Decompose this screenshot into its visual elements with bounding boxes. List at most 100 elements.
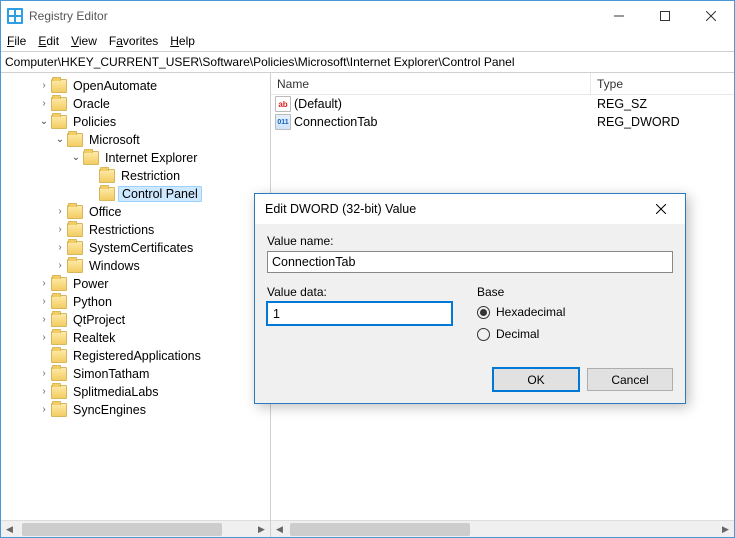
maximize-button[interactable] xyxy=(642,1,688,31)
value-name-label: Value name: xyxy=(267,234,673,248)
tree-item[interactable]: Control Panel xyxy=(1,185,270,203)
address-bar[interactable]: Computer\HKEY_CURRENT_USER\Software\Poli… xyxy=(1,51,734,73)
chevron-right-icon[interactable]: › xyxy=(53,260,67,271)
dialog-close-button[interactable] xyxy=(641,197,681,221)
value-name: ConnectionTab xyxy=(294,115,377,129)
edit-dword-dialog: Edit DWORD (32-bit) Value Value name: Va… xyxy=(254,193,686,404)
tree-item-label: RegisteredApplications xyxy=(71,349,203,363)
minimize-button[interactable] xyxy=(596,1,642,31)
tree-item[interactable]: ›OpenAutomate xyxy=(1,77,270,95)
chevron-right-icon[interactable]: › xyxy=(37,368,51,379)
tree-item-label: Windows xyxy=(87,259,142,273)
dialog-title-text: Edit DWORD (32-bit) Value xyxy=(265,202,641,216)
folder-icon xyxy=(83,151,99,165)
chevron-right-icon[interactable]: › xyxy=(37,98,51,109)
value-type: REG_DWORD xyxy=(591,115,734,129)
value-name-field[interactable] xyxy=(267,251,673,273)
menu-favorites[interactable]: Favorites xyxy=(109,34,158,48)
ok-button[interactable]: OK xyxy=(493,368,579,391)
reg-string-icon: ab xyxy=(275,96,291,112)
chevron-right-icon[interactable]: › xyxy=(37,332,51,343)
menu-file[interactable]: File xyxy=(7,34,26,48)
tree-item[interactable]: › Restrictions xyxy=(1,221,270,239)
tree-item[interactable]: › Office xyxy=(1,203,270,221)
scroll-right-icon[interactable]: ▶ xyxy=(717,521,734,538)
menu-view[interactable]: View xyxy=(71,34,97,48)
tree-item-label: Python xyxy=(71,295,114,309)
address-text: Computer\HKEY_CURRENT_USER\Software\Poli… xyxy=(5,55,515,69)
folder-icon xyxy=(99,169,115,183)
menu-edit[interactable]: Edit xyxy=(38,34,59,48)
radio-dec-label: Decimal xyxy=(496,327,539,341)
tree-item[interactable]: › Power xyxy=(1,275,270,293)
radio-decimal[interactable]: Decimal xyxy=(477,324,673,344)
folder-icon xyxy=(51,277,67,291)
list-row[interactable]: ab(Default)REG_SZ xyxy=(271,95,734,113)
tree-item-label: SplitmediaLabs xyxy=(71,385,160,399)
chevron-right-icon[interactable]: › xyxy=(37,404,51,415)
tree-item[interactable]: › Windows xyxy=(1,257,270,275)
tree-item[interactable]: ›Realtek xyxy=(1,329,270,347)
column-name[interactable]: Name xyxy=(271,73,591,94)
radio-hexadecimal[interactable]: Hexadecimal xyxy=(477,302,673,322)
folder-icon xyxy=(99,187,115,201)
folder-icon xyxy=(51,97,67,111)
tree-item-label: Restrictions xyxy=(87,223,156,237)
folder-icon xyxy=(51,349,67,363)
folder-icon xyxy=(51,115,67,129)
tree-item[interactable]: › SyncEngines xyxy=(1,401,270,419)
tree-item[interactable]: ›SystemCertificates xyxy=(1,239,270,257)
close-button[interactable] xyxy=(688,1,734,31)
tree-item-label: Restriction xyxy=(119,169,182,183)
chevron-right-icon[interactable]: › xyxy=(37,296,51,307)
tree-pane: ›OpenAutomate›Oracle⌄Policies⌄Microsoft⌄… xyxy=(1,73,271,537)
folder-icon xyxy=(67,241,83,255)
list-header: Name Type xyxy=(271,73,734,95)
chevron-right-icon[interactable]: › xyxy=(53,224,67,235)
tree-item-label: SyncEngines xyxy=(71,403,148,417)
list-row[interactable]: 011ConnectionTab REG_DWORD xyxy=(271,113,734,131)
menu-help[interactable]: Help xyxy=(170,34,195,48)
chevron-right-icon[interactable]: › xyxy=(37,80,51,91)
tree-item[interactable]: RegisteredApplications xyxy=(1,347,270,365)
tree-item[interactable]: › SplitmediaLabs xyxy=(1,383,270,401)
chevron-down-icon[interactable]: ⌄ xyxy=(53,134,67,145)
tree-hscrollbar[interactable]: ◀ ▶ xyxy=(1,520,270,537)
titlebar: Registry Editor xyxy=(1,1,734,31)
chevron-right-icon[interactable]: › xyxy=(37,314,51,325)
chevron-right-icon[interactable]: › xyxy=(37,386,51,397)
tree-item[interactable]: ›QtProject xyxy=(1,311,270,329)
scroll-right-icon[interactable]: ▶ xyxy=(253,521,270,538)
tree-item[interactable]: ⌄Internet Explorer xyxy=(1,149,270,167)
radio-icon xyxy=(477,328,490,341)
tree-item-label: Office xyxy=(87,205,123,219)
reg-dword-icon: 011 xyxy=(275,114,291,130)
folder-icon xyxy=(51,331,67,345)
chevron-right-icon[interactable]: › xyxy=(53,242,67,253)
window-title: Registry Editor xyxy=(29,9,596,23)
folder-icon xyxy=(51,367,67,381)
tree-item[interactable]: › SimonTatham xyxy=(1,365,270,383)
column-type[interactable]: Type xyxy=(591,73,734,94)
value-data-field[interactable] xyxy=(267,302,452,325)
tree-item[interactable]: ⌄Microsoft xyxy=(1,131,270,149)
tree-item-label: Power xyxy=(71,277,110,291)
chevron-down-icon[interactable]: ⌄ xyxy=(37,116,51,127)
chevron-right-icon[interactable]: › xyxy=(37,278,51,289)
list-hscrollbar[interactable]: ◀ ▶ xyxy=(271,520,734,537)
radio-icon xyxy=(477,306,490,319)
tree-item-label: SimonTatham xyxy=(71,367,151,381)
cancel-button[interactable]: Cancel xyxy=(587,368,673,391)
tree-item[interactable]: ⌄ Policies xyxy=(1,113,270,131)
tree-item[interactable]: ›Oracle xyxy=(1,95,270,113)
tree-item-label: Policies xyxy=(71,115,118,129)
scroll-left-icon[interactable]: ◀ xyxy=(1,521,18,538)
tree-item[interactable]: › Python xyxy=(1,293,270,311)
chevron-down-icon[interactable]: ⌄ xyxy=(69,152,83,163)
chevron-right-icon[interactable]: › xyxy=(53,206,67,217)
menubar: File Edit View Favorites Help xyxy=(1,31,734,51)
folder-icon xyxy=(51,313,67,327)
folder-icon xyxy=(67,133,83,147)
scroll-left-icon[interactable]: ◀ xyxy=(271,521,288,538)
tree-item[interactable]: Restriction xyxy=(1,167,270,185)
